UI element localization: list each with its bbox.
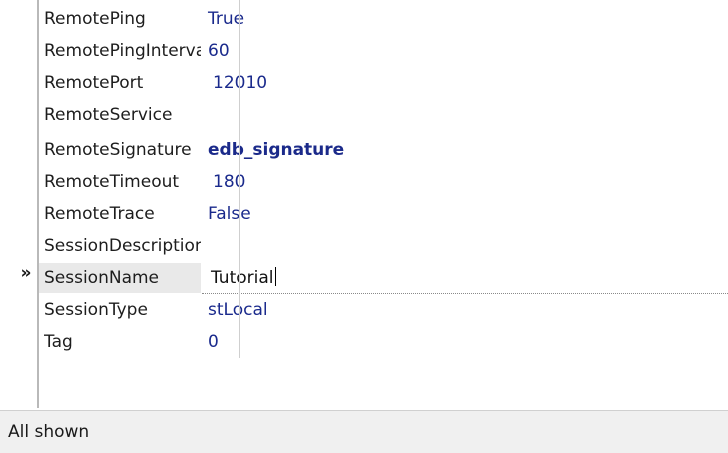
property-name: RemoteTimeout — [44, 172, 180, 192]
property-name: SessionName — [37, 263, 201, 293]
property-name: SessionDescription — [44, 236, 201, 256]
editor-text: Tutorial — [211, 268, 274, 288]
status-text: All shown — [8, 422, 90, 442]
grid-left-edge — [37, 0, 39, 408]
property-name: SessionType — [44, 300, 148, 320]
property-value[interactable]: 12010 — [213, 67, 267, 99]
property-row-sessionname[interactable]: SessionName Tutorial — [37, 263, 728, 293]
property-name: RemotePort — [44, 73, 144, 93]
property-row-remotesignature[interactable]: RemoteSignature edb_signature — [37, 134, 728, 166]
current-row-indicator-icon: » — [20, 263, 32, 283]
property-row-sessiontype[interactable]: SessionType stLocal — [37, 294, 728, 326]
property-name: RemoteTrace — [44, 204, 155, 224]
property-row-remotetimeout[interactable]: RemoteTimeout 180 — [37, 166, 728, 198]
property-row-remotetrace[interactable]: RemoteTrace False — [37, 198, 728, 230]
text-caret — [274, 267, 276, 286]
property-name: RemoteService — [44, 105, 173, 125]
property-value[interactable]: False — [208, 198, 251, 230]
property-value[interactable]: 0 — [208, 326, 219, 358]
property-row-remoteping[interactable]: RemotePing True — [37, 3, 728, 35]
property-value[interactable]: edb_signature — [208, 134, 344, 166]
property-name: RemotePing — [44, 9, 146, 29]
property-grid: RemotePing True RemotePingInterval 60 Re… — [37, 0, 728, 408]
name-value-divider[interactable] — [239, 0, 240, 358]
property-row-remotepinginterval[interactable]: RemotePingInterval 60 — [37, 35, 728, 67]
property-name: RemotePingInterval — [44, 41, 201, 61]
property-value-editor[interactable]: Tutorial — [211, 263, 276, 293]
property-row-remoteservice[interactable]: RemoteService — [37, 99, 728, 131]
property-value[interactable]: 60 — [208, 35, 230, 67]
property-row-tag[interactable]: Tag 0 — [37, 326, 728, 358]
property-name: RemoteSignature — [44, 140, 192, 160]
property-row-remoteport[interactable]: RemotePort 12010 — [37, 67, 728, 99]
property-name: Tag — [44, 332, 73, 352]
property-value[interactable]: stLocal — [208, 294, 268, 326]
object-inspector: » RemotePing True RemotePingInterval 60 … — [0, 0, 728, 453]
property-value[interactable]: 180 — [213, 166, 245, 198]
row-indicator-gutter: » — [0, 0, 37, 408]
property-row-sessiondescription[interactable]: SessionDescription — [37, 230, 728, 262]
status-bar: All shown — [0, 410, 728, 453]
